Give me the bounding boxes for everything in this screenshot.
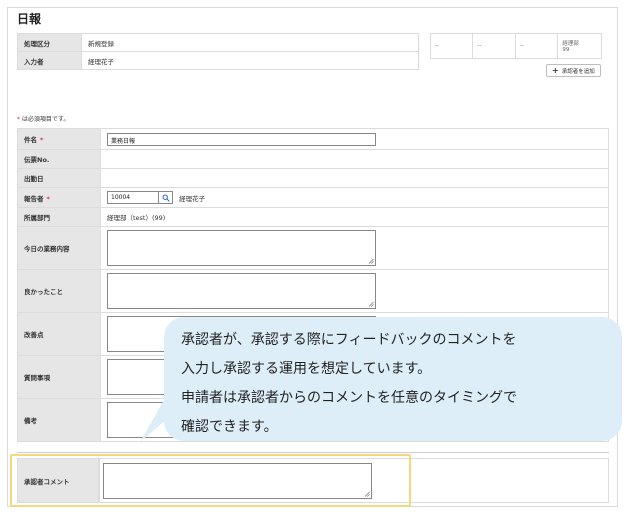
questions-label: 質問事項	[17, 355, 101, 399]
approver-slot-2[interactable]: --	[472, 33, 516, 59]
entered-by-label: 入力者	[17, 51, 82, 70]
reporter-search-button[interactable]	[159, 191, 173, 204]
add-approver-label: 承認者を追加	[561, 68, 595, 75]
process-type-value: 新規登録	[81, 33, 419, 52]
approver-comment-row: 承認者コメント	[17, 458, 609, 505]
good-things-textarea[interactable]	[107, 273, 376, 309]
reporter-code-input[interactable]: 10004	[107, 191, 159, 204]
slip-no-label: 伝票No.	[17, 149, 101, 169]
plus-icon: +	[552, 65, 559, 75]
entered-by-value: 経理花子	[81, 51, 419, 70]
approver-slot-3[interactable]: --	[514, 33, 559, 59]
slip-no-value	[100, 149, 609, 169]
remarks-label: 備考	[17, 398, 101, 442]
callout-line-4: 確認できます。	[181, 419, 278, 435]
subject-input[interactable]: 業務日報	[107, 132, 376, 146]
callout-line-3: 申請者は承認者からのコメントを任意のタイミングで	[181, 390, 517, 406]
required-star: *	[17, 116, 20, 123]
callout-text: 承認者が、承認する際にフィードバックのコメントを 入力し承認する運用を想定してい…	[181, 326, 517, 442]
approver-code: 99	[562, 47, 570, 53]
required-mark: *	[40, 136, 44, 144]
subject-label: 件名 *	[17, 128, 101, 150]
page-title: 日報	[17, 12, 42, 26]
resize-grip-icon[interactable]	[368, 301, 374, 307]
attendance-date-value	[100, 168, 609, 188]
reporter-row: 報告者 * 10004 経理花子	[17, 187, 609, 208]
process-type-row: 処理区分 新規登録	[17, 33, 419, 52]
approver-comment-label: 承認者コメント	[17, 458, 99, 503]
subject-row: 件名 * 業務日報	[17, 128, 609, 150]
slip-no-row: 伝票No.	[17, 149, 609, 169]
reporter-label: 報告者 *	[17, 187, 101, 208]
today-work-row: 今日の業務内容	[17, 226, 609, 270]
improvements-label: 改善点	[17, 312, 101, 356]
today-work-textarea[interactable]	[107, 230, 376, 266]
add-approver-button[interactable]: + 承認者を追加	[546, 64, 601, 77]
entered-by-row: 入力者 経理花子	[17, 51, 419, 70]
callout-line-2: 入力し承認する運用を想定しています。	[181, 361, 432, 377]
callout-tail	[140, 400, 180, 442]
attendance-date-row: 出勤日	[17, 168, 609, 188]
process-info-table: 処理区分 新規登録 入力者 経理花子	[17, 33, 419, 70]
search-icon	[162, 194, 170, 202]
approver-route-table: -- -- -- 経理部 99	[429, 33, 602, 59]
required-note-text: は必須項目です。	[21, 116, 70, 123]
department-value: 経理部（test）(99)	[100, 207, 609, 227]
department-label: 所属部門	[17, 207, 101, 227]
good-things-label: 良かったこと	[17, 269, 101, 313]
section-divider	[17, 452, 609, 453]
callout-line-1: 承認者が、承認する際にフィードバックのコメントを	[181, 332, 517, 348]
reporter-name: 経理花子	[179, 194, 206, 203]
approver-slot-1[interactable]: --	[429, 33, 474, 59]
department-row: 所属部門 経理部（test）(99)	[17, 207, 609, 227]
good-things-row: 良かったこと	[17, 269, 609, 313]
approver-comment-textarea[interactable]	[103, 463, 372, 499]
resize-grip-icon[interactable]	[364, 491, 370, 497]
required-note: * は必須項目です。	[17, 114, 69, 123]
approver-slot-assigned[interactable]: 経理部 99	[557, 33, 602, 59]
today-work-label: 今日の業務内容	[17, 226, 101, 270]
approver-department: 経理部	[562, 41, 579, 47]
process-type-label: 処理区分	[17, 33, 82, 52]
resize-grip-icon[interactable]	[368, 258, 374, 264]
attendance-date-label: 出勤日	[17, 168, 101, 188]
required-mark: *	[46, 194, 50, 203]
